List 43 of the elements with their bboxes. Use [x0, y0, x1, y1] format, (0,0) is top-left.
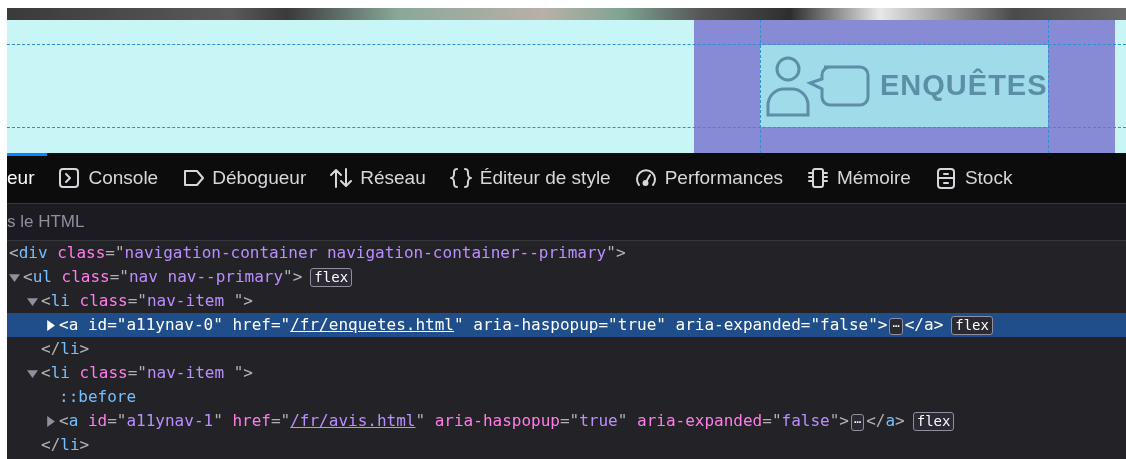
markup-text: <a id="a11ynav-1" href="/fr/avis.html" aria-haspopup="true" aria-expanded="false"> ⋯ </a> — [59, 410, 905, 433]
gauge-icon — [634, 167, 657, 189]
tag-icon — [182, 167, 205, 189]
search-input[interactable]: s le HTML — [7, 209, 1126, 235]
flex-badge[interactable]: flex — [912, 411, 955, 431]
expanded-arrow-icon[interactable] — [8, 271, 20, 283]
markup-text: <ul class="nav nav--primary"> — [23, 266, 303, 288]
markup-line[interactable]: ::before — [7, 385, 1126, 409]
expanded-arrow-icon[interactable] — [26, 367, 38, 379]
devtools-tab[interactable]: Console — [58, 163, 159, 193]
collapsed-content-button[interactable]: ⋯ — [889, 317, 903, 335]
person-chat-icon — [766, 55, 870, 117]
search-field[interactable]: s le HTML — [7, 203, 1126, 241]
devtools-tab[interactable]: Débogueur — [182, 163, 307, 193]
markup-line[interactable]: <div class="navigation-container navigation-container--primary"> — [7, 241, 1126, 265]
markup-text: <a id="a11ynav-0" href="/fr/enquetes.html" aria-haspopup="true" aria-expanded="false"> ⋯ </a> — [59, 314, 944, 337]
markup-text: ::before — [59, 386, 137, 408]
cabinet-icon — [934, 167, 957, 189]
markup-text: </li> — [41, 434, 90, 456]
chip-icon — [806, 167, 829, 189]
console-icon — [58, 167, 81, 189]
collapsed-arrow-icon[interactable] — [44, 415, 56, 427]
markup-line[interactable]: <li class="nav-item "> — [7, 361, 1126, 385]
markup-line[interactable]: <li class="nav-item "> — [7, 289, 1126, 313]
collapsed-content-button[interactable]: ⋯ — [850, 413, 865, 431]
markup-text: <li class="nav-item "> — [41, 362, 253, 384]
collapsed-arrow-icon[interactable] — [44, 319, 56, 331]
devtools-tab[interactable]: Performances — [634, 163, 783, 193]
flex-badge[interactable]: flex — [310, 267, 353, 287]
braces-icon — [449, 167, 472, 189]
devtools-tab[interactable]: Réseau — [330, 163, 426, 193]
expanded-arrow-icon[interactable] — [26, 295, 38, 307]
markup-line[interactable]: <ul class="nav nav--primary"> flex — [7, 265, 1126, 289]
markup-text: </li> — [41, 338, 90, 360]
markup-line[interactable]: <a id="a11ynav-1" href="/fr/avis.html" aria-haspopup="true" aria-expanded="false"> ⋯ </a> flex — [7, 409, 1126, 433]
markup-text: <div class="navigation-container navigation-container--primary"> — [9, 242, 626, 264]
devtools-tab[interactable]: eur — [7, 163, 35, 193]
devtools-tab[interactable]: Éditeur de style — [449, 163, 611, 193]
devtools-tab[interactable]: Mémoire — [806, 163, 911, 193]
devtools-tab[interactable]: Stock — [934, 163, 1013, 193]
up-down-arrows-icon — [330, 167, 353, 189]
flex-badge[interactable]: flex — [951, 315, 993, 335]
markup-text: <li class="nav-item "> — [41, 290, 253, 312]
